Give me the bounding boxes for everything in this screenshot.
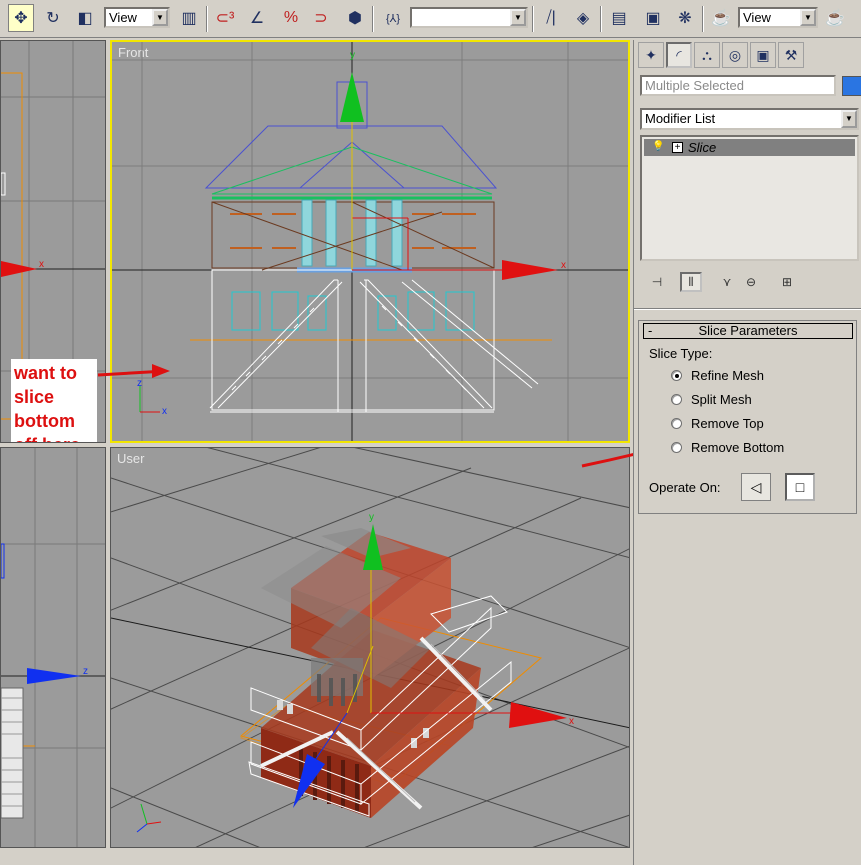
modify-icon: ◜	[676, 46, 682, 63]
stack-item-label: Slice	[688, 140, 717, 155]
hierarchy-tab[interactable]: ⛬	[694, 42, 720, 68]
utilities-tab[interactable]: ⚒	[778, 42, 804, 68]
lightbulb-icon[interactable]: 💡	[652, 141, 664, 153]
operate-on-label: Operate On:	[649, 480, 721, 495]
radio-remove-top[interactable]: Remove Top	[671, 414, 764, 432]
object-color-swatch[interactable]	[842, 76, 861, 96]
show-end-result-icon[interactable]: ⫴	[680, 272, 702, 292]
operate-on-faces-button[interactable]: ◁	[741, 473, 771, 501]
selection-name-field[interactable]: Multiple Selected	[640, 75, 836, 96]
slice-parameters-rollout: - Slice Parameters Slice Type: Refine Me…	[638, 320, 857, 514]
radio-label: Remove Bottom	[691, 439, 785, 455]
radio-button[interactable]	[671, 369, 682, 381]
remove-modifier-icon[interactable]: ⊖	[740, 272, 762, 292]
radio-label: Remove Top	[691, 415, 764, 431]
modifier-stack: 💡 + Slice	[640, 135, 859, 261]
make-unique-icon[interactable]: ⋎	[716, 272, 738, 292]
stack-toolbar: ⊣ ⫴ ⋎ ⊖ ⊞	[640, 270, 859, 296]
collapse-icon: -	[648, 323, 653, 338]
stack-item-slice[interactable]: 💡 + Slice	[644, 139, 855, 156]
configure-modifier-sets-icon[interactable]: ⊞	[776, 272, 798, 292]
radio-label: Split Mesh	[691, 391, 752, 407]
display-icon: ▣	[756, 46, 770, 63]
motion-icon: ◎	[728, 46, 742, 63]
expand-plus-icon[interactable]: +	[672, 142, 683, 153]
radio-button[interactable]	[671, 393, 682, 405]
hierarchy-icon: ⛬	[702, 46, 712, 63]
radio-button[interactable]	[671, 417, 682, 429]
rollout-title: Slice Parameters	[698, 323, 798, 338]
slice-type-label: Slice Type:	[649, 346, 713, 361]
modifier-list-dropdown[interactable]: Modifier List ▼	[640, 108, 859, 130]
pin-stack-icon[interactable]: ⊣	[646, 272, 668, 292]
radio-button[interactable]	[671, 441, 682, 453]
chevron-down-icon: ▼	[841, 110, 857, 128]
rollout-title-button[interactable]: - Slice Parameters	[643, 323, 853, 339]
motion-tab[interactable]: ◎	[722, 42, 748, 68]
radio-label: Refine Mesh	[691, 367, 764, 383]
modifier-list-label: Modifier List	[645, 111, 716, 126]
operate-on-polygons-button[interactable]: □	[785, 473, 815, 501]
radio-split-mesh[interactable]: Split Mesh	[671, 390, 752, 408]
utilities-icon: ⚒	[784, 46, 798, 63]
panel-divider	[634, 308, 861, 310]
create-icon: ✦	[645, 46, 657, 63]
triangle-icon: ◁	[750, 478, 762, 495]
annotation-arrowhead	[152, 364, 170, 378]
radio-refine-mesh[interactable]: Refine Mesh	[671, 366, 764, 384]
create-tab[interactable]: ✦	[638, 42, 664, 68]
square-icon: □	[795, 479, 805, 495]
command-panel: ✦ ◜ ⛬ ◎ ▣ ⚒ Multiple Selected Modifier L…	[633, 40, 861, 865]
modify-tab[interactable]: ◜	[666, 42, 692, 68]
display-tab[interactable]: ▣	[750, 42, 776, 68]
radio-remove-bottom[interactable]: Remove Bottom	[671, 438, 784, 456]
